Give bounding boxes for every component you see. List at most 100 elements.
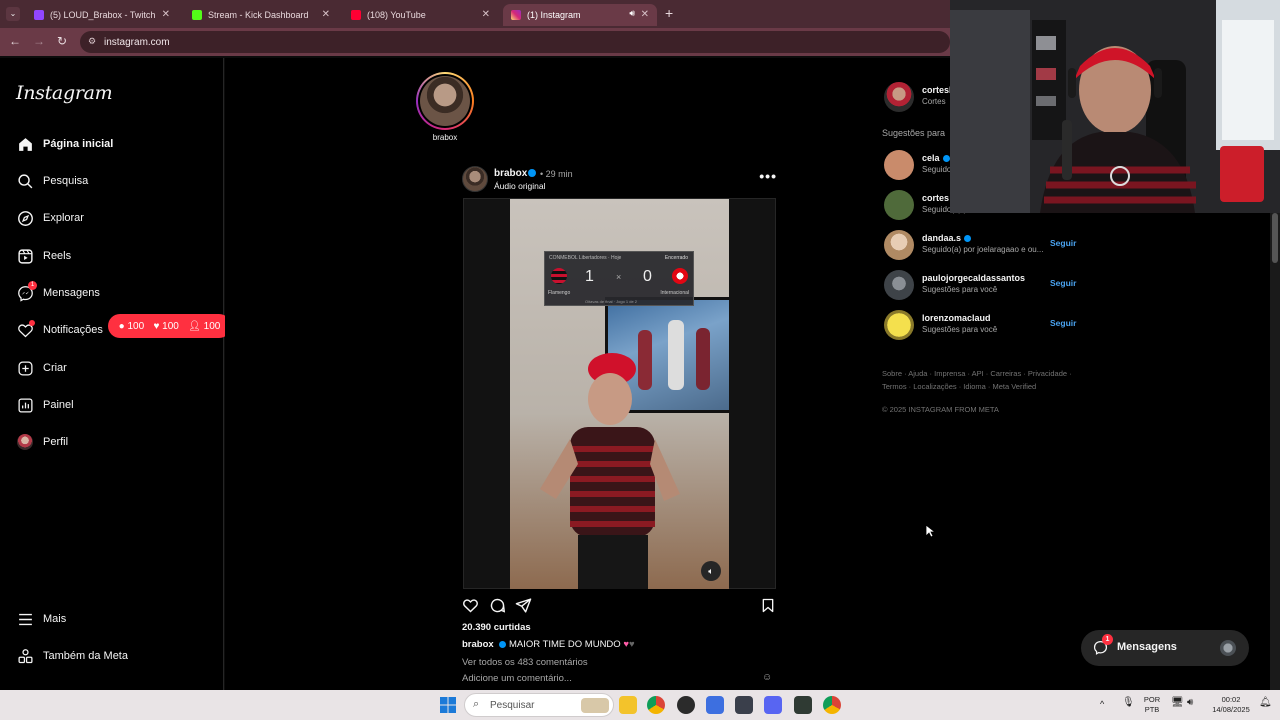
post-audio-link[interactable]: Áudio original bbox=[494, 181, 546, 191]
suggestion-avatar bbox=[884, 190, 914, 220]
discord-icon[interactable] bbox=[764, 696, 782, 714]
like-count-value: 100 bbox=[162, 320, 179, 332]
windows-start-icon[interactable] bbox=[440, 697, 456, 718]
post-author-avatar[interactable] bbox=[462, 166, 488, 192]
like-count[interactable]: 20.390 curtidas bbox=[462, 622, 531, 633]
comment-icon: ● bbox=[118, 320, 125, 332]
suggestion-avatar bbox=[884, 270, 914, 300]
story-item[interactable]: brabox bbox=[416, 72, 474, 142]
nav-label: Explorar bbox=[43, 212, 84, 224]
network-icon[interactable]: 🖥︎ bbox=[1171, 698, 1184, 708]
post-username[interactable]: brabox bbox=[494, 168, 527, 179]
suggestion-avatar bbox=[884, 230, 914, 260]
microphone-icon[interactable]: 🎙︎ bbox=[1122, 698, 1135, 708]
heart-icon bbox=[16, 320, 35, 339]
language-code: POR bbox=[1143, 695, 1161, 704]
nav-reels[interactable]: Reels bbox=[16, 244, 206, 268]
nav-label: Mais bbox=[43, 613, 67, 625]
obs-icon[interactable] bbox=[677, 696, 695, 714]
instagram-logo[interactable]: Instagram bbox=[16, 82, 113, 104]
view-all-comments-link[interactable]: Ver todos os 483 comentários bbox=[462, 657, 588, 668]
nav-search[interactable]: Pesquisa bbox=[16, 169, 206, 193]
back-icon[interactable]: ← bbox=[9, 34, 21, 48]
chrome-icon[interactable] bbox=[647, 696, 665, 714]
nav-label: Painel bbox=[43, 399, 74, 411]
close-icon[interactable]: ✕ bbox=[322, 9, 330, 20]
clock[interactable]: 00:02 14/08/2025 bbox=[1206, 695, 1256, 715]
suggestion-item[interactable]: dandaa.s Seguido(a) por joelaragaao e ou… bbox=[884, 228, 1084, 262]
post-media[interactable]: CONMEBOL Libertadores · Hoje Encerrado 1… bbox=[463, 198, 776, 589]
terminal-icon[interactable] bbox=[794, 696, 812, 714]
comment-input[interactable]: Adicione um comentário... bbox=[462, 673, 572, 684]
verified-badge-icon bbox=[942, 155, 950, 163]
close-icon[interactable]: ✕ bbox=[482, 9, 490, 20]
suggestion-username-text: dandaa.s bbox=[922, 233, 962, 243]
file-explorer-icon[interactable] bbox=[619, 696, 637, 714]
search-icon: ⌕ bbox=[473, 698, 480, 710]
suggestion-item[interactable]: paulojorgecaldassantos Sugestões para vo… bbox=[884, 268, 1084, 302]
more-options-icon[interactable]: ••• bbox=[759, 168, 777, 184]
new-tab-button[interactable]: + bbox=[665, 5, 673, 21]
nav-create[interactable]: Criar bbox=[16, 356, 206, 380]
nav-label: Notificações bbox=[43, 324, 103, 336]
site-info-icon[interactable]: ⚙ bbox=[88, 36, 96, 47]
nav-more[interactable]: Mais bbox=[16, 607, 206, 631]
chrome-profile-icon[interactable] bbox=[823, 696, 841, 714]
comment-icon[interactable] bbox=[489, 597, 506, 619]
save-icon[interactable] bbox=[760, 597, 776, 619]
nav-label: Página inicial bbox=[43, 138, 114, 150]
nav-explore[interactable]: Explorar bbox=[16, 206, 206, 230]
messages-floating-button[interactable]: 1 Mensagens bbox=[1081, 630, 1249, 666]
speaker-icon[interactable]: 🔊︎ bbox=[629, 8, 635, 19]
suggestions-title: Sugestões para bbox=[882, 128, 946, 138]
address-bar[interactable]: ⚙ instagram.com bbox=[80, 31, 950, 53]
caption-username[interactable]: brabox bbox=[462, 639, 494, 650]
black-heart-icon: ♥ bbox=[628, 639, 635, 650]
nav-home[interactable]: Página inicial bbox=[16, 132, 206, 156]
kick-icon bbox=[192, 10, 202, 20]
nav-also-from-meta[interactable]: Também da Meta bbox=[16, 644, 206, 668]
scoreboard-footer: Oitavas de final · Jogo 1 de 2 bbox=[585, 299, 638, 304]
close-icon[interactable]: ✕ bbox=[641, 9, 649, 20]
nav-messages[interactable]: 1 Mensagens bbox=[16, 281, 206, 305]
forward-icon[interactable]: → bbox=[33, 34, 45, 48]
flamengo-crest-icon bbox=[551, 268, 567, 284]
tab-title: Stream - Kick Dashboard bbox=[208, 10, 309, 20]
tab-search-dropdown[interactable]: ⌄ bbox=[6, 7, 20, 21]
notification-summary-pill[interactable]: ● 100 ♥ 100 👤︎ 100 bbox=[108, 314, 231, 338]
close-icon[interactable]: ✕ bbox=[162, 9, 170, 20]
address-text: instagram.com bbox=[104, 36, 170, 48]
tray-overflow-icon[interactable]: ^ bbox=[1100, 699, 1104, 709]
follow-button[interactable]: Seguir bbox=[1050, 238, 1076, 248]
tab-kick[interactable]: Stream - Kick Dashboard ✕ bbox=[184, 4, 338, 26]
volume-icon[interactable]: 🔊︎ bbox=[1187, 698, 1193, 708]
reload-icon[interactable]: ↻ bbox=[57, 34, 67, 48]
app-icon[interactable] bbox=[735, 696, 753, 714]
scrollbar-thumb[interactable] bbox=[1272, 213, 1278, 263]
nav-dashboard[interactable]: Painel bbox=[16, 393, 206, 417]
emoji-icon[interactable]: ☺ bbox=[762, 672, 772, 683]
tab-youtube[interactable]: (108) YouTube ✕ bbox=[343, 4, 498, 26]
suggestion-username: cela bbox=[922, 153, 950, 163]
away-team: Internacional bbox=[660, 290, 689, 296]
suggestion-item[interactable]: lorenzomaclaud Sugestões para você Segui… bbox=[884, 308, 1084, 342]
footer-links[interactable]: Sobre · Ajuda · Imprensa · API · Carreir… bbox=[882, 367, 1082, 393]
language-indicator[interactable]: POR PTB bbox=[1140, 695, 1164, 715]
notification-center-icon[interactable]: 🔔︎ bbox=[1259, 698, 1272, 708]
reel-video[interactable]: CONMEBOL Libertadores · Hoje Encerrado 1… bbox=[510, 199, 729, 589]
scoreboard-status: Encerrado bbox=[664, 255, 688, 261]
follow-button[interactable]: Seguir bbox=[1050, 278, 1076, 288]
nav-profile[interactable]: Perfil bbox=[16, 430, 206, 454]
suggestion-context: Sugestões para você bbox=[922, 325, 998, 334]
follow-button[interactable]: Seguir bbox=[1050, 318, 1076, 328]
page-scrollbar[interactable] bbox=[1270, 213, 1280, 690]
share-icon[interactable] bbox=[515, 597, 532, 619]
taskbar-search[interactable]: ⌕ Pesquisar bbox=[464, 693, 614, 717]
tab-instagram[interactable]: (1) Instagram 🔊︎ ✕ bbox=[503, 4, 657, 26]
tab-twitch[interactable]: (5) LOUD_Brabox - Twitch ✕ bbox=[26, 4, 178, 26]
mute-toggle-icon[interactable]: 🔈︎ bbox=[701, 561, 721, 581]
streamlabs-icon[interactable] bbox=[706, 696, 724, 714]
nav-label: Perfil bbox=[43, 436, 69, 448]
like-icon[interactable] bbox=[462, 597, 479, 619]
search-icon bbox=[16, 172, 34, 190]
